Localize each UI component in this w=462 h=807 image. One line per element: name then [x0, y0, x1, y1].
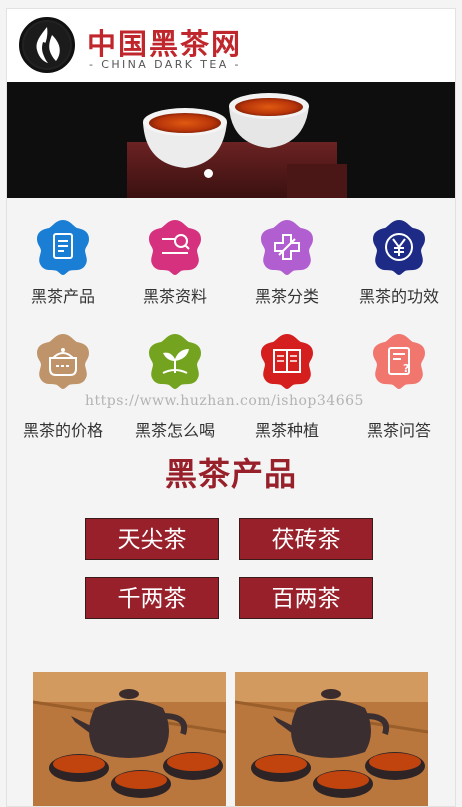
- watermark-text: https://www.huzhan.com/ishop34665: [85, 393, 364, 409]
- book-icon: [261, 334, 313, 389]
- tea-cups-image: [7, 82, 455, 198]
- product-photo[interactable]: [33, 672, 226, 806]
- flame-logo-icon[interactable]: [19, 17, 75, 73]
- product-button-fuzhuan[interactable]: 茯砖茶: [239, 518, 373, 560]
- category-item-howto[interactable]: 黑茶怎么喝: [119, 331, 231, 440]
- product-button-qianliang[interactable]: 千两茶: [85, 577, 219, 619]
- category-item-planting[interactable]: 黑茶种植: [231, 331, 343, 440]
- category-item-qa[interactable]: ? 黑茶问答: [343, 331, 455, 440]
- svg-text:?: ?: [403, 362, 409, 375]
- product-button-bailiang[interactable]: 百两茶: [239, 577, 373, 619]
- products-section-title: 黑茶产品: [164, 455, 297, 493]
- search-list-icon: [149, 220, 201, 275]
- category-label: 黑茶种植: [254, 421, 319, 440]
- sprout-icon: [149, 334, 201, 389]
- hero-banner[interactable]: [7, 82, 455, 198]
- product-button-tianjian[interactable]: 天尖茶: [85, 518, 219, 560]
- carousel-dot[interactable]: [204, 169, 213, 178]
- category-label: 黑茶产品: [30, 287, 95, 306]
- category-label: 黑茶的功效: [358, 287, 439, 306]
- category-label: 黑茶怎么喝: [134, 421, 215, 440]
- category-item-price[interactable]: 黑茶的价格: [7, 331, 119, 440]
- plus-leaf-icon: [261, 220, 313, 275]
- category-label: 黑茶资料: [142, 287, 207, 306]
- teapot-image: [33, 672, 226, 806]
- category-item-types[interactable]: 黑茶分类: [231, 217, 343, 325]
- category-item-info[interactable]: 黑茶资料: [119, 217, 231, 325]
- page-frame: 中国黑茶网 - CHINA DARK TEA - 黑茶产品 黑茶资料 黑茶分类 …: [6, 8, 456, 807]
- category-label: 黑茶问答: [366, 421, 431, 440]
- category-label: 黑茶分类: [254, 287, 319, 306]
- yen-icon: [373, 220, 425, 275]
- document-icon: [37, 220, 89, 275]
- pot-icon: [37, 334, 89, 389]
- category-item-benefits[interactable]: 黑茶的功效: [343, 217, 455, 325]
- site-subtitle: - CHINA DARK TEA -: [89, 58, 241, 71]
- site-title[interactable]: 中国黑茶网: [87, 21, 242, 63]
- teapot-image: [235, 672, 428, 806]
- question-doc-icon: ?: [373, 334, 425, 389]
- site-header: 中国黑茶网 - CHINA DARK TEA -: [7, 9, 455, 82]
- category-label: 黑茶的价格: [22, 421, 103, 440]
- product-photo[interactable]: [235, 672, 428, 806]
- category-item-products[interactable]: 黑茶产品: [7, 217, 119, 325]
